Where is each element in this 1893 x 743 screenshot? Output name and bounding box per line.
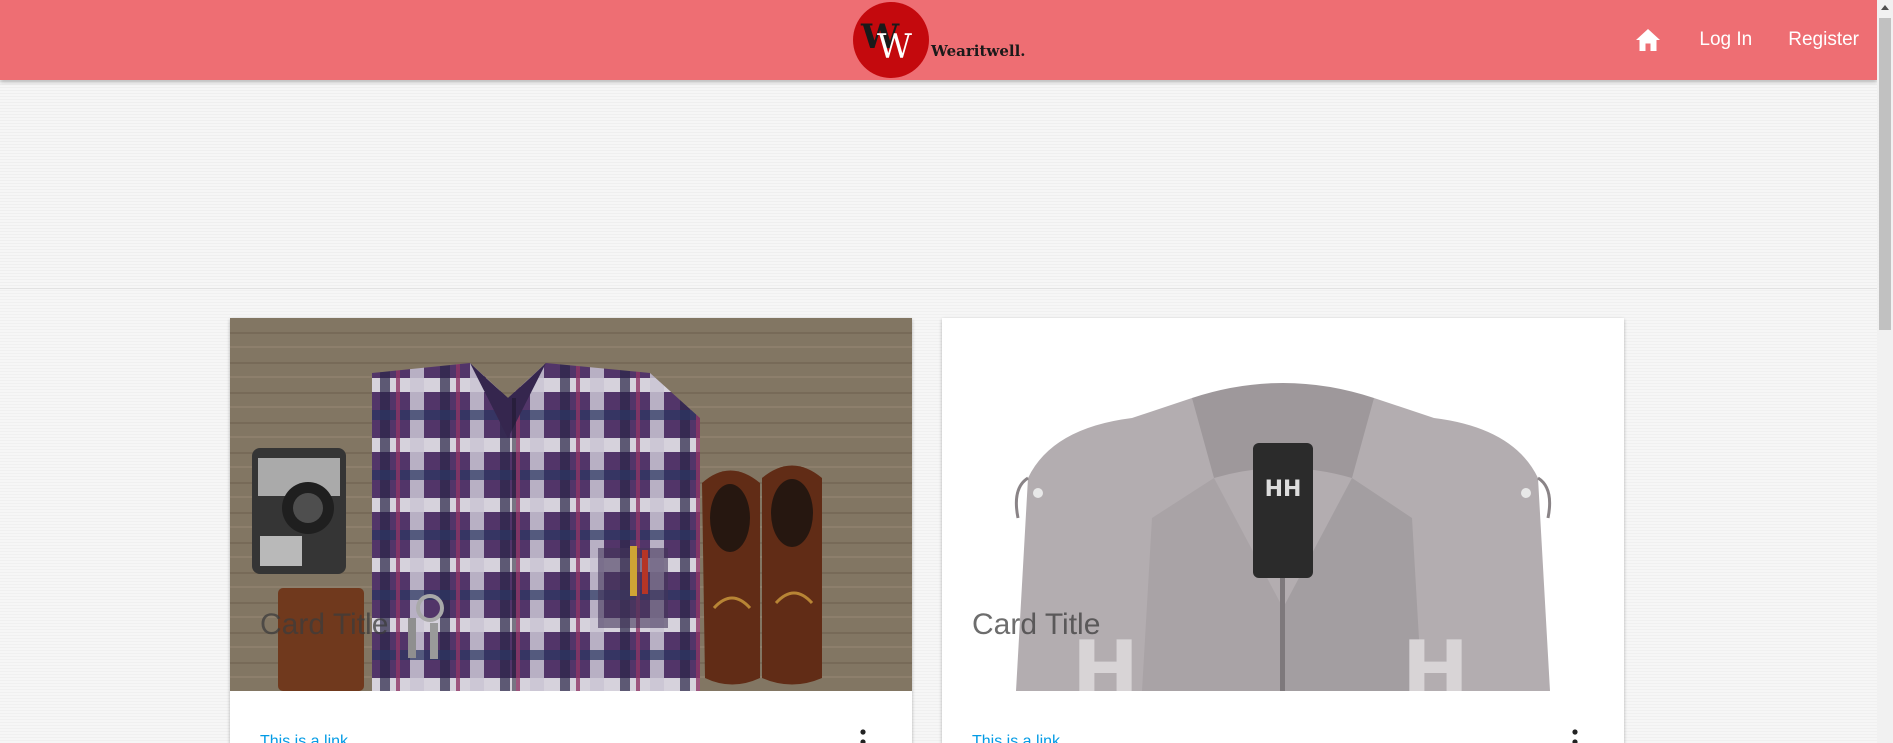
card-image: Card Title (230, 318, 912, 691)
card-image: HH H H Card Title (942, 318, 1624, 691)
svg-text:HH: HH (1265, 477, 1302, 502)
card-link[interactable]: This is a link (260, 733, 348, 743)
hero-banner (0, 80, 1877, 289)
svg-text:W: W (877, 27, 912, 67)
more-vert-icon[interactable] (855, 727, 871, 743)
home-icon (1636, 29, 1661, 51)
nav-links: Log In Register (1615, 0, 1877, 80)
login-link[interactable]: Log In (1681, 0, 1770, 80)
brand-name: Wearitwell. (931, 42, 1026, 60)
more-vert-icon[interactable] (1567, 727, 1583, 743)
svg-text:H: H (1402, 624, 1469, 691)
register-link[interactable]: Register (1770, 0, 1877, 80)
page-scrollbar[interactable] (1877, 0, 1893, 743)
product-card: HH H H Card Title This is a link (942, 318, 1624, 743)
product-card: Card Title This is a link (230, 318, 912, 743)
card-link[interactable]: This is a link (972, 733, 1060, 743)
scrollbar-thumb[interactable] (1879, 18, 1891, 330)
card-action: This is a link (942, 691, 1624, 743)
card-title: Card Title (260, 608, 389, 641)
scroll-up-arrow-icon[interactable] (1877, 0, 1893, 16)
home-link[interactable] (1615, 0, 1681, 80)
brand-logo-emblem: W W (853, 2, 929, 78)
top-navbar: W W Wearitwell. Log In Register (0, 0, 1877, 80)
card-action: This is a link (230, 691, 912, 743)
ww-monogram-icon: W W (860, 17, 914, 67)
card-title: Card Title (972, 608, 1101, 641)
brand-logo-link[interactable]: W W Wearitwell. (853, 0, 1026, 80)
